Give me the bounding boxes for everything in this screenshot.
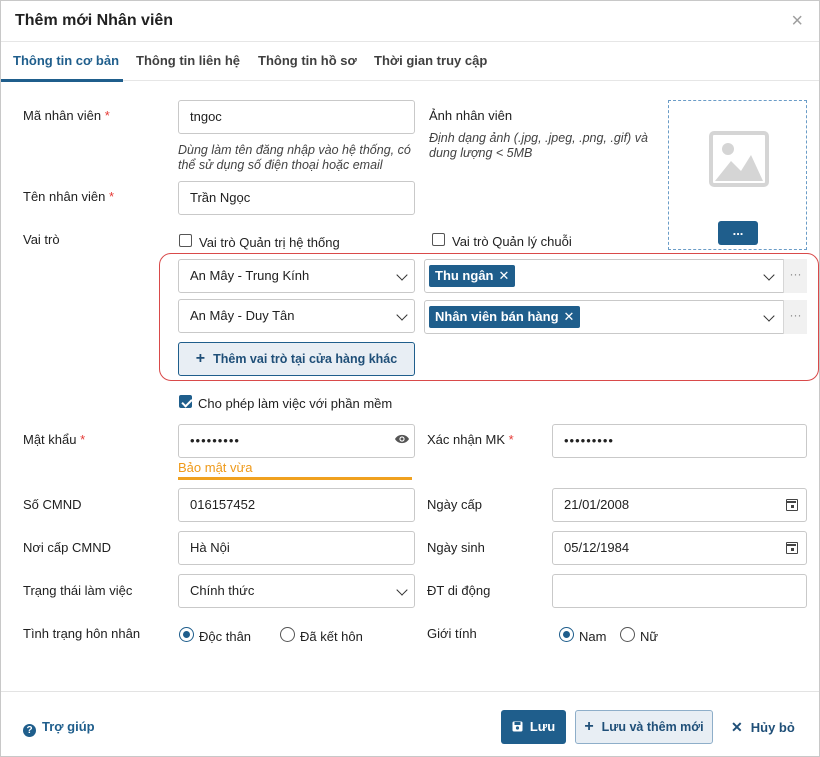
photo-browse-button[interactable]: ... <box>718 221 758 245</box>
plus-icon: + <box>584 718 594 735</box>
close-x-icon: ✕ <box>731 719 743 735</box>
password-label: Mật khẩu * <box>23 432 86 447</box>
allow-software-label: Cho phép làm việc với phần mềm <box>198 396 393 411</box>
radio-female[interactable] <box>620 627 635 642</box>
cancel-button[interactable]: ✕ Hủy bỏ <box>731 710 795 744</box>
gender-label: Giới tính <box>427 626 477 641</box>
issue-date-input[interactable]: 21/01/2008 <box>552 488 807 522</box>
help-link[interactable]: ? Trợ giúp <box>23 719 95 737</box>
radio-male[interactable] <box>559 627 574 642</box>
calendar-icon[interactable] <box>786 542 798 554</box>
password-strength-bar <box>178 477 412 480</box>
birth-date-label: Ngày sinh <box>427 540 485 555</box>
work-status-label: Trạng thái làm việc <box>23 583 133 598</box>
chain-role-label: Vai trò Quản lý chuỗi <box>452 234 572 249</box>
employee-name-input[interactable]: Trần Ngọc <box>178 181 415 215</box>
password-input[interactable]: ••••••••• <box>178 424 415 458</box>
radio-married[interactable] <box>280 627 295 642</box>
id-number-label: Số CMND <box>23 497 82 512</box>
password-strength-text: Bảo mật vừa <box>178 460 253 475</box>
issue-date-label: Ngày cấp <box>427 497 482 512</box>
close-icon[interactable]: × <box>791 11 803 31</box>
issue-place-label: Nơi cấp CMND <box>23 540 111 555</box>
dialog-title: Thêm mới Nhân viên <box>15 12 174 29</box>
calendar-icon[interactable] <box>786 499 798 511</box>
id-number-input[interactable]: 016157452 <box>178 488 415 522</box>
radio-single[interactable] <box>179 627 194 642</box>
eye-icon[interactable] <box>394 433 410 445</box>
photo-upload-area[interactable]: ... <box>668 100 807 250</box>
radio-male-label: Nam <box>579 629 607 644</box>
marital-status-label: Tình trạng hôn nhân <box>23 626 141 641</box>
save-and-new-button[interactable]: + Lưu và thêm mới <box>575 710 713 744</box>
role-label: Vai trò <box>23 232 60 247</box>
save-icon <box>512 721 523 732</box>
photo-hint: Định dạng ảnh (.jpg, .jpeg, .png, .gif) … <box>429 131 648 160</box>
admin-role-label: Vai trò Quản trị hệ thống <box>199 235 340 250</box>
admin-role-checkbox[interactable] <box>179 234 192 247</box>
employee-code-input[interactable]: tngoc <box>178 100 415 134</box>
help-icon: ? <box>23 724 36 737</box>
employee-code-hint: Dùng làm tên đăng nhập vào hệ thống, có … <box>178 143 411 172</box>
footer-divider <box>1 691 819 692</box>
radio-married-label: Đã kết hôn <box>300 629 363 644</box>
save-button[interactable]: Lưu <box>501 710 566 744</box>
work-status-select[interactable]: Chính thức <box>178 574 415 608</box>
tab-contact-info[interactable]: Thông tin liên hệ <box>136 53 240 68</box>
dialog: Thêm mới Nhân viên × Thông tin cơ bản Th… <box>0 0 820 757</box>
photo-label: Ảnh nhân viên <box>429 108 513 123</box>
active-tab-indicator <box>1 79 123 82</box>
role-highlight-frame <box>159 253 819 381</box>
radio-single-label: Độc thân <box>199 629 252 644</box>
employee-code-label: Mã nhân viên * <box>23 108 110 123</box>
confirm-password-input[interactable]: ••••••••• <box>552 424 807 458</box>
employee-name-label: Tên nhân viên * <box>23 189 115 204</box>
mobile-input[interactable] <box>552 574 807 608</box>
chain-role-checkbox[interactable] <box>432 233 445 246</box>
allow-software-checkbox[interactable] <box>179 395 192 408</box>
tab-profile-info[interactable]: Thông tin hồ sơ <box>258 53 357 68</box>
mobile-label: ĐT di động <box>427 583 491 598</box>
confirm-password-label: Xác nhận MK * <box>427 432 514 447</box>
radio-female-label: Nữ <box>640 629 659 644</box>
issue-place-input[interactable]: Hà Nội <box>178 531 415 565</box>
birth-date-input[interactable]: 05/12/1984 <box>552 531 807 565</box>
tab-bar: Thông tin cơ bản Thông tin liên hệ Thông… <box>1 41 819 82</box>
tab-basic-info[interactable]: Thông tin cơ bản <box>13 53 119 68</box>
tab-access-time[interactable]: Thời gian truy cập <box>374 53 487 68</box>
image-placeholder-icon <box>709 131 769 187</box>
